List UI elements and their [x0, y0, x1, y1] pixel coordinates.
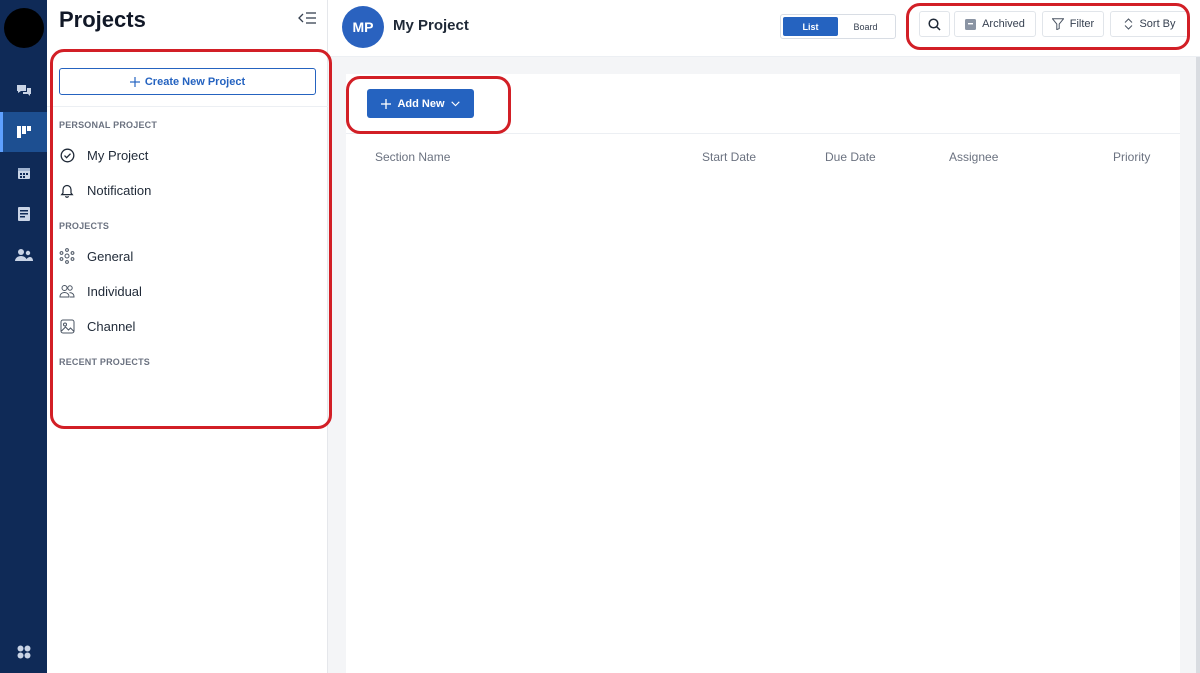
project-title: My Project [393, 17, 469, 34]
filter-icon [1051, 18, 1064, 30]
section-personal-project: PERSONAL PROJECT [59, 120, 158, 130]
archived-button[interactable]: Archived [954, 11, 1036, 37]
column-header-priority: Priority [1113, 150, 1151, 164]
channel-icon [59, 318, 75, 334]
column-header-start-date: Start Date [702, 150, 757, 164]
view-toggle: List Board [780, 14, 896, 39]
sort-by-button[interactable]: Sort By [1110, 11, 1190, 37]
plus-icon [381, 98, 392, 109]
sidebar-item-my-project[interactable]: My Project [59, 142, 317, 168]
sort-icon [1125, 18, 1133, 30]
apps-icon[interactable] [0, 632, 47, 672]
project-avatar: MP [342, 6, 384, 48]
project-header: MP My Project List Board Archived Filter… [328, 0, 1200, 57]
sidebar-item-label: Channel [87, 318, 136, 334]
column-header-section-name: Section Name [375, 150, 451, 164]
view-list-button[interactable]: List [783, 17, 838, 36]
sidebar-item-label: Individual [87, 283, 142, 299]
filter-label: Filter [1069, 18, 1095, 30]
calendar-icon[interactable] [0, 153, 47, 193]
board-icon[interactable] [0, 112, 47, 152]
panel-toolbar: Add New [346, 74, 1180, 134]
sidebar-item-general[interactable]: General [59, 243, 317, 269]
chat-icon[interactable] [0, 71, 47, 111]
search-icon [928, 17, 941, 31]
bell-icon [59, 182, 75, 198]
filter-button[interactable]: Filter [1042, 11, 1104, 37]
create-new-project-button[interactable]: Create New Project [59, 68, 316, 95]
collapse-sidebar-icon[interactable] [297, 10, 317, 28]
sidebar-item-label: Notification [87, 182, 152, 198]
section-panel: Add New Section Name Start Date Due Date… [346, 74, 1180, 673]
add-new-label: Add New [397, 97, 445, 110]
main-scrollbar[interactable] [1196, 57, 1200, 673]
sidebar-item-notification[interactable]: Notification [59, 177, 317, 203]
users-icon [59, 283, 75, 299]
archive-icon [965, 18, 977, 30]
search-button[interactable] [919, 11, 950, 37]
archived-label: Archived [982, 18, 1025, 30]
sidebar-item-label: General [87, 248, 134, 264]
section-recent-projects: RECENT PROJECTS [59, 357, 151, 367]
sidebar-item-individual[interactable]: Individual [59, 278, 317, 304]
sidebar-title: Projects [59, 7, 146, 32]
column-header-assignee: Assignee [949, 150, 999, 164]
network-icon [59, 248, 75, 264]
column-header-due-date: Due Date [825, 150, 876, 164]
sidebar-divider [47, 106, 328, 107]
plus-icon [129, 76, 140, 87]
create-new-project-label: Create New Project [144, 75, 246, 88]
section-projects: PROJECTS [59, 221, 110, 231]
notes-icon[interactable] [0, 194, 47, 234]
projects-sidebar: Projects Create New Project PERSONAL PRO… [47, 0, 328, 673]
app-rail [0, 0, 47, 673]
user-avatar[interactable] [4, 8, 44, 48]
add-new-button[interactable]: Add New [367, 89, 474, 118]
team-icon[interactable] [0, 235, 47, 275]
sort-by-label: Sort By [1139, 18, 1176, 30]
chevron-down-icon [450, 100, 460, 106]
view-board-button[interactable]: Board [838, 17, 893, 36]
sidebar-item-label: My Project [87, 147, 149, 163]
sidebar-item-channel[interactable]: Channel [59, 313, 317, 339]
check-circle-icon [59, 147, 75, 163]
